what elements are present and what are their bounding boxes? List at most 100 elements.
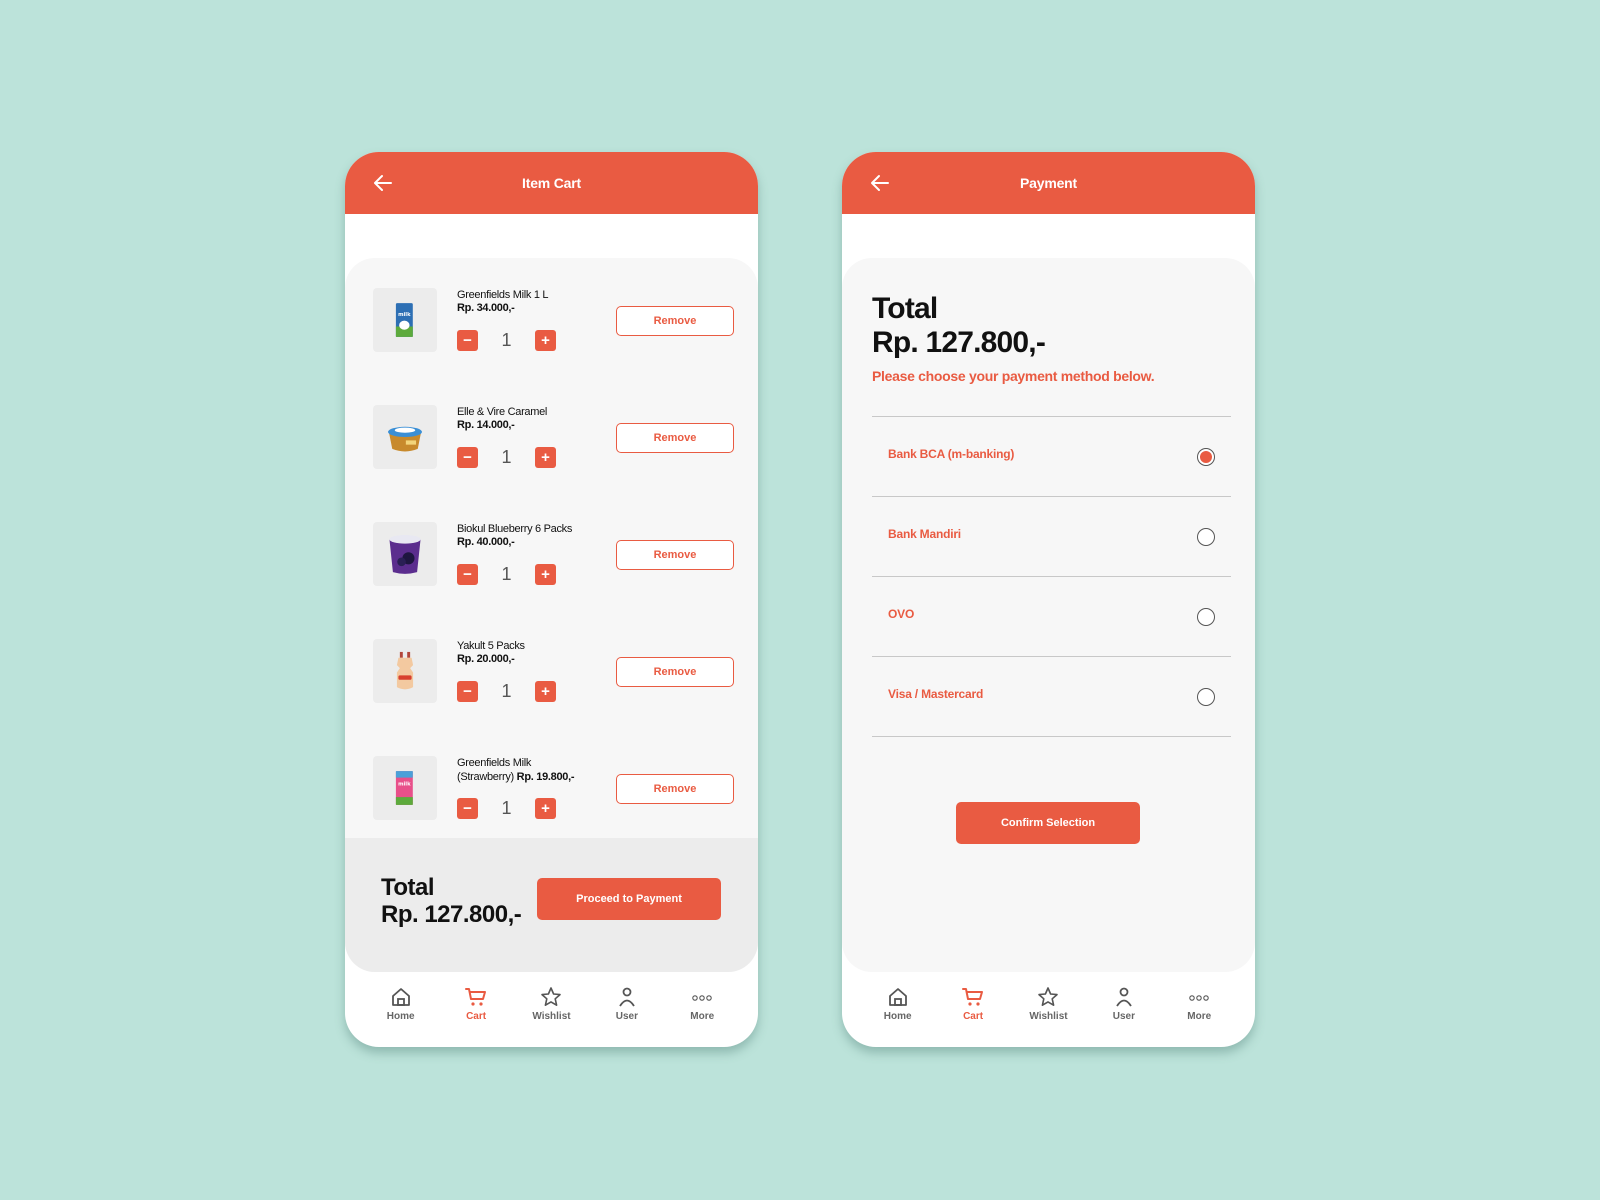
quantity-value: 1 bbox=[501, 798, 512, 818]
back-button[interactable] bbox=[371, 171, 395, 195]
product-image: milk bbox=[373, 288, 437, 352]
cart-icon bbox=[465, 988, 487, 1006]
nav-item-user[interactable]: User bbox=[597, 965, 657, 1047]
more-icon bbox=[1189, 995, 1209, 1001]
remove-button[interactable]: Remove bbox=[616, 423, 734, 453]
remove-button[interactable]: Remove bbox=[616, 540, 734, 570]
payment-method-mandiri[interactable]: Bank Mandiri bbox=[872, 497, 1231, 577]
payment-methods-list: Bank BCA (m-banking) Bank Mandiri OVO Vi… bbox=[872, 416, 1231, 737]
payment-method-bca[interactable]: Bank BCA (m-banking) bbox=[872, 417, 1231, 497]
item-name: Elle & Vire Caramel bbox=[457, 406, 548, 418]
decrease-quantity-button[interactable]: − bbox=[457, 681, 478, 702]
radio-button[interactable] bbox=[1197, 448, 1215, 466]
radio-button[interactable] bbox=[1197, 688, 1215, 706]
quantity-value: 1 bbox=[501, 330, 512, 350]
total-value: Rp. 127.800,- bbox=[381, 901, 522, 928]
payment-method-ovo[interactable]: OVO bbox=[872, 577, 1231, 657]
nav-label: Wishlist bbox=[532, 1011, 571, 1022]
svg-text:milk: milk bbox=[398, 312, 411, 318]
radio-button[interactable] bbox=[1197, 528, 1215, 546]
more-icon bbox=[692, 995, 712, 1001]
quantity-stepper: − 1 + bbox=[457, 798, 556, 819]
nav-label: User bbox=[1112, 1011, 1135, 1022]
user-icon bbox=[619, 987, 635, 1007]
cart-item: milk Greenfields Milk (Strawberry) Rp. 1… bbox=[373, 756, 734, 822]
item-price: Rp. 20.000,- bbox=[457, 653, 515, 665]
payment-method-visa-mastercard[interactable]: Visa / Mastercard bbox=[872, 657, 1231, 737]
quantity-stepper: − 1 + bbox=[457, 564, 556, 585]
nav-item-user[interactable]: User bbox=[1094, 965, 1154, 1047]
nav-label: More bbox=[1187, 1011, 1212, 1022]
increase-quantity-button[interactable]: + bbox=[535, 564, 556, 585]
page-title: Payment bbox=[1020, 175, 1077, 191]
nav-label: User bbox=[615, 1011, 638, 1022]
back-button[interactable] bbox=[868, 171, 892, 195]
item-price: Rp. 19.800,- bbox=[516, 771, 575, 783]
payment-total: Total Rp. 127.800,- bbox=[872, 292, 1046, 360]
nav-item-home[interactable]: Home bbox=[868, 965, 928, 1047]
star-icon bbox=[541, 987, 562, 1006]
increase-quantity-button[interactable]: + bbox=[535, 798, 556, 819]
total-label: Total bbox=[381, 874, 435, 901]
nav-item-cart[interactable]: Cart bbox=[446, 965, 506, 1047]
decrease-quantity-button[interactable]: − bbox=[457, 330, 478, 351]
payment-panel: Total Rp. 127.800,- Please choose your p… bbox=[842, 258, 1255, 972]
item-price: Rp. 34.000,- bbox=[457, 302, 515, 314]
nav-item-more[interactable]: More bbox=[672, 965, 732, 1047]
nav-label: Cart bbox=[466, 1011, 487, 1022]
quantity-value: 1 bbox=[501, 447, 512, 467]
remove-button[interactable]: Remove bbox=[616, 657, 734, 687]
increase-quantity-button[interactable]: + bbox=[535, 447, 556, 468]
remove-button[interactable]: Remove bbox=[616, 774, 734, 804]
cart-total: Total Rp. 127.800,- bbox=[381, 874, 522, 928]
quantity-stepper: − 1 + bbox=[457, 330, 556, 351]
decrease-quantity-button[interactable]: − bbox=[457, 564, 478, 585]
item-cart-screen: Item Cart milk Greenfields Milk 1 L Rp. … bbox=[345, 152, 758, 1047]
decrease-quantity-button[interactable]: − bbox=[457, 798, 478, 819]
item-price: Rp. 40.000,- bbox=[457, 536, 515, 548]
quantity-value: 1 bbox=[501, 681, 512, 701]
svg-text:milk: milk bbox=[398, 781, 411, 787]
nav-label: Home bbox=[386, 1011, 415, 1022]
nav-item-wishlist[interactable]: Wishlist bbox=[1018, 965, 1078, 1047]
quantity-value: 1 bbox=[501, 564, 512, 584]
method-label: Visa / Mastercard bbox=[888, 687, 984, 701]
method-label: Bank BCA (m-banking) bbox=[888, 447, 1015, 461]
item-name: Biokul Blueberry 6 Packs bbox=[457, 523, 573, 535]
nav-item-cart[interactable]: Cart bbox=[943, 965, 1003, 1047]
cart-item: Elle & Vire Caramel Rp. 14.000,- − 1 + R… bbox=[373, 405, 734, 471]
nav-label: Home bbox=[883, 1011, 912, 1022]
radio-button[interactable] bbox=[1197, 608, 1215, 626]
quantity-stepper: − 1 + bbox=[457, 447, 556, 468]
proceed-to-payment-button[interactable]: Proceed to Payment bbox=[537, 878, 721, 920]
cart-item: milk Greenfields Milk 1 L Rp. 34.000,- −… bbox=[373, 288, 734, 354]
increase-quantity-button[interactable]: + bbox=[535, 681, 556, 702]
arrow-left-icon bbox=[374, 175, 392, 191]
increase-quantity-button[interactable]: + bbox=[535, 330, 556, 351]
item-price: Rp. 14.000,- bbox=[457, 419, 515, 431]
nav-label: More bbox=[690, 1011, 715, 1022]
item-name: Greenfields Milk 1 L bbox=[457, 289, 549, 301]
confirm-selection-button[interactable]: Confirm Selection bbox=[956, 802, 1140, 844]
nav-item-wishlist[interactable]: Wishlist bbox=[521, 965, 581, 1047]
decrease-quantity-button[interactable]: − bbox=[457, 447, 478, 468]
total-label: Total bbox=[872, 292, 938, 325]
cart-header: Item Cart bbox=[345, 152, 758, 214]
home-icon bbox=[888, 988, 907, 1006]
product-image: milk bbox=[373, 756, 437, 820]
arrow-left-icon bbox=[871, 175, 889, 191]
nav-label: Wishlist bbox=[1029, 1011, 1068, 1022]
home-icon bbox=[391, 988, 410, 1006]
user-icon bbox=[1116, 987, 1132, 1007]
cart-item: Biokul Blueberry 6 Packs Rp. 40.000,- − … bbox=[373, 522, 734, 588]
method-label: OVO bbox=[888, 607, 915, 621]
nav-item-more[interactable]: More bbox=[1169, 965, 1229, 1047]
nav-item-home[interactable]: Home bbox=[371, 965, 431, 1047]
method-label: Bank Mandiri bbox=[888, 527, 961, 541]
cart-item: Yakult 5 Packs Rp. 20.000,- − 1 + Remove bbox=[373, 639, 734, 705]
nav-label: Cart bbox=[963, 1011, 984, 1022]
star-icon bbox=[1038, 987, 1059, 1006]
remove-button[interactable]: Remove bbox=[616, 306, 734, 336]
payment-screen: Payment Total Rp. 127.800,- Please choos… bbox=[842, 152, 1255, 1047]
product-image bbox=[373, 639, 437, 703]
